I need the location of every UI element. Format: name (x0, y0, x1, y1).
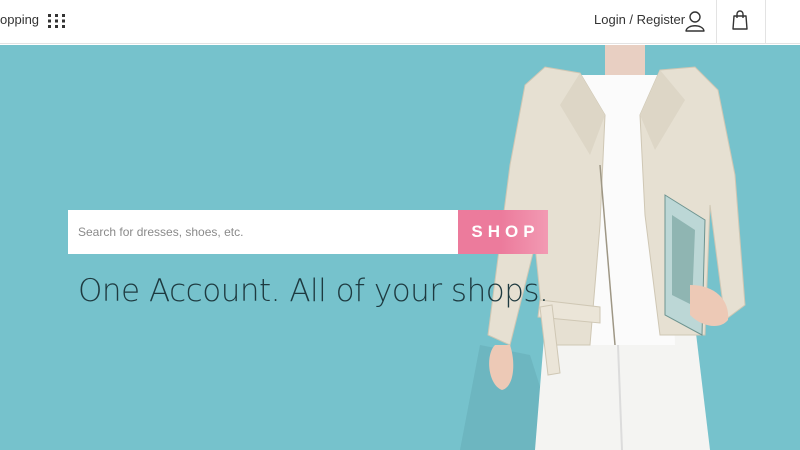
nav-shopping-link[interactable]: opping (0, 12, 39, 27)
grid-icon[interactable] (48, 14, 66, 28)
login-register-link[interactable]: Login / Register (594, 12, 685, 27)
hero-banner: SHOP One Account. All of your shops. (0, 45, 800, 450)
site-header: opping Login / Register (0, 0, 800, 44)
header-divider (765, 0, 766, 44)
shop-button[interactable]: SHOP (458, 210, 548, 254)
user-icon[interactable] (684, 10, 706, 32)
hero-tagline: One Account. All of your shops. (78, 273, 549, 309)
header-divider (716, 0, 717, 44)
search-input[interactable] (68, 210, 458, 254)
shopping-bag-icon[interactable] (732, 10, 748, 30)
